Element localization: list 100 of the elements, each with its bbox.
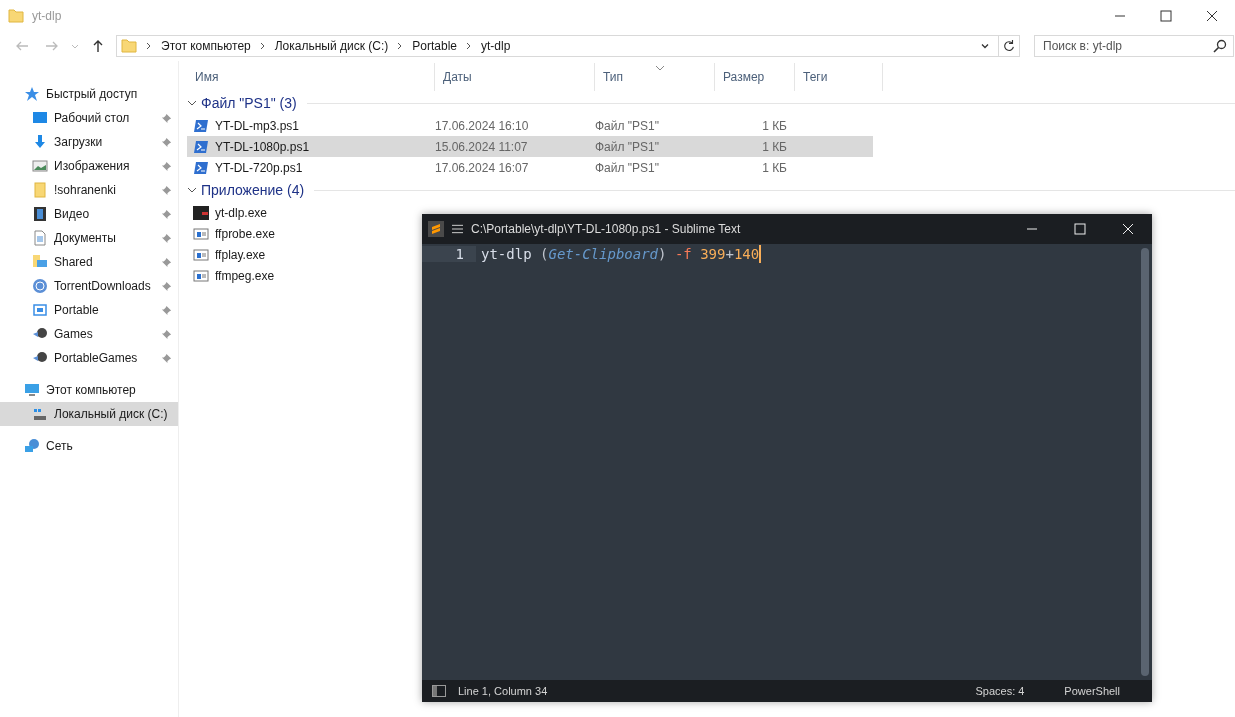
sidebar-item[interactable]: Рабочий стол <box>0 106 178 130</box>
pin-icon[interactable] <box>161 256 172 268</box>
indentation-setting[interactable]: Spaces: 4 <box>975 685 1025 697</box>
chevron-right-icon <box>145 42 153 50</box>
sidebar-icon <box>32 134 48 150</box>
column-header[interactable]: Тип <box>595 63 715 91</box>
file-type: Файл "PS1" <box>595 118 661 133</box>
sidebar-item[interactable]: !sohranenki <box>0 178 178 202</box>
file-icon <box>193 117 209 134</box>
chevron-icon[interactable] <box>187 98 197 108</box>
sidebar-icon <box>32 230 48 246</box>
file-row[interactable]: ffplay.exe <box>187 244 387 265</box>
breadcrumb-item[interactable]: Локальный диск (C:) <box>274 39 389 53</box>
sidebar-item[interactable]: Shared <box>0 250 178 274</box>
pin-icon[interactable] <box>161 328 172 340</box>
sidebar-item[interactable]: Portable <box>0 298 178 322</box>
file-icon <box>193 246 209 263</box>
pin-icon[interactable] <box>161 352 172 364</box>
file-type: Файл "PS1" <box>595 139 661 154</box>
sidebar-icon <box>32 110 48 126</box>
search-icon[interactable] <box>1213 39 1227 53</box>
sidebar-item[interactable]: Видео <box>0 202 178 226</box>
file-icon <box>193 267 209 284</box>
file-date: 17.06.2024 16:07 <box>435 160 530 175</box>
sidebar-item[interactable]: Изображения <box>0 154 178 178</box>
file-name: ffprobe.exe <box>215 226 275 241</box>
panel-toggle-icon[interactable] <box>432 685 446 697</box>
window-title: C:\Portable\yt-dlp\YT-DL-1080p.ps1 - Sublime Text <box>471 222 741 236</box>
sidebar-item[interactable]: Загрузки <box>0 130 178 154</box>
line-number: 1 <box>422 246 476 262</box>
chevron-right-icon <box>465 42 473 50</box>
file-row[interactable]: YT-DL-1080p.ps1 15.06.2024 11:07 Файл "PS1" 1 КБ <box>187 136 873 157</box>
window-title: yt-dlp <box>32 8 62 23</box>
sidebar-icon <box>24 382 40 398</box>
column-header[interactable]: Имя <box>187 63 435 91</box>
group-title: Приложение (4) <box>201 182 305 198</box>
breadcrumb-item[interactable]: Этот компьютер <box>161 39 251 53</box>
sidebar-icon <box>32 158 48 174</box>
breadcrumb-item[interactable]: Portable <box>412 39 457 53</box>
chevron-right-icon <box>258 42 267 50</box>
search-field[interactable]: Поиск в: yt-dlp <box>1034 35 1234 57</box>
file-date: 17.06.2024 16:10 <box>435 118 530 133</box>
code-line: yt-dlp (Get-Clipboard) -f 399+140 <box>480 246 760 262</box>
pin-icon[interactable] <box>161 304 172 316</box>
text-cursor <box>759 245 762 263</box>
file-row[interactable]: yt-dlp.exe <box>187 202 387 223</box>
pin-icon[interactable] <box>161 208 172 220</box>
sidebar-item[interactable]: Этот компьютер <box>0 378 178 402</box>
address-bar[interactable]: Этот компьютер Локальный диск (C:) Portable yt-dlp <box>116 35 1020 57</box>
maximize-icon <box>1160 9 1172 22</box>
file-name: ffmpeg.exe <box>215 268 275 283</box>
sidebar-icon <box>32 254 48 270</box>
file-size: 1 КБ <box>761 160 787 175</box>
folder-icon <box>121 38 137 54</box>
folder-icon <box>8 7 24 24</box>
file-name: yt-dlp.exe <box>215 205 268 220</box>
sidebar-icon <box>32 278 48 294</box>
pin-icon[interactable] <box>161 232 172 244</box>
pin-icon[interactable] <box>161 136 172 148</box>
menu-icon[interactable] <box>452 224 463 234</box>
pin-icon[interactable] <box>161 184 172 196</box>
sidebar-item[interactable]: Games <box>0 322 178 346</box>
pin-icon[interactable] <box>161 112 172 124</box>
sidebar-item[interactable]: Документы <box>0 226 178 250</box>
sidebar-item[interactable]: Быстрый доступ <box>0 82 178 106</box>
file-icon <box>193 204 209 221</box>
sort-chevron-icon <box>655 65 665 71</box>
pin-icon[interactable] <box>161 280 172 292</box>
column-header[interactable]: Теги <box>795 63 883 91</box>
file-row[interactable]: ffprobe.exe <box>187 223 387 244</box>
file-date: 15.06.2024 11:07 <box>435 139 529 154</box>
chevron-icon[interactable] <box>187 185 197 195</box>
sidebar-item[interactable]: TorrentDownloads <box>0 274 178 298</box>
file-name: YT-DL-720p.ps1 <box>215 160 303 175</box>
sidebar-icon <box>24 438 40 454</box>
scrollbar[interactable] <box>1141 248 1149 676</box>
file-name: YT-DL-mp3.ps1 <box>215 118 300 133</box>
sidebar-item[interactable]: Локальный диск (C:) <box>0 402 178 426</box>
file-name: YT-DL-1080p.ps1 <box>215 139 310 154</box>
column-header[interactable]: Даты <box>435 63 595 91</box>
close-icon <box>1206 9 1218 22</box>
maximize-icon <box>1074 223 1086 235</box>
file-size: 1 КБ <box>761 139 787 154</box>
chevron-down-icon[interactable] <box>980 41 990 51</box>
file-icon <box>193 225 209 242</box>
sidebar-icon <box>32 302 48 318</box>
file-name: ffplay.exe <box>215 247 266 262</box>
file-row[interactable]: YT-DL-720p.ps1 17.06.2024 16:07 Файл "PS1" 1 КБ <box>187 157 873 178</box>
sidebar-icon <box>32 406 48 422</box>
file-icon <box>193 138 209 155</box>
sidebar-item[interactable]: Сеть <box>0 434 178 458</box>
sidebar-item[interactable]: PortableGames <box>0 346 178 370</box>
pin-icon[interactable] <box>161 160 172 172</box>
file-row[interactable]: ffmpeg.exe <box>187 265 387 286</box>
syntax-setting[interactable]: PowerShell <box>1064 685 1120 697</box>
breadcrumb-item[interactable]: yt-dlp <box>481 39 511 53</box>
cursor-position: Line 1, Column 34 <box>458 685 548 697</box>
file-row[interactable]: YT-DL-mp3.ps1 17.06.2024 16:10 Файл "PS1" 1 КБ <box>187 115 873 136</box>
column-header[interactable]: Размер <box>715 63 795 91</box>
sidebar-icon <box>24 86 40 102</box>
